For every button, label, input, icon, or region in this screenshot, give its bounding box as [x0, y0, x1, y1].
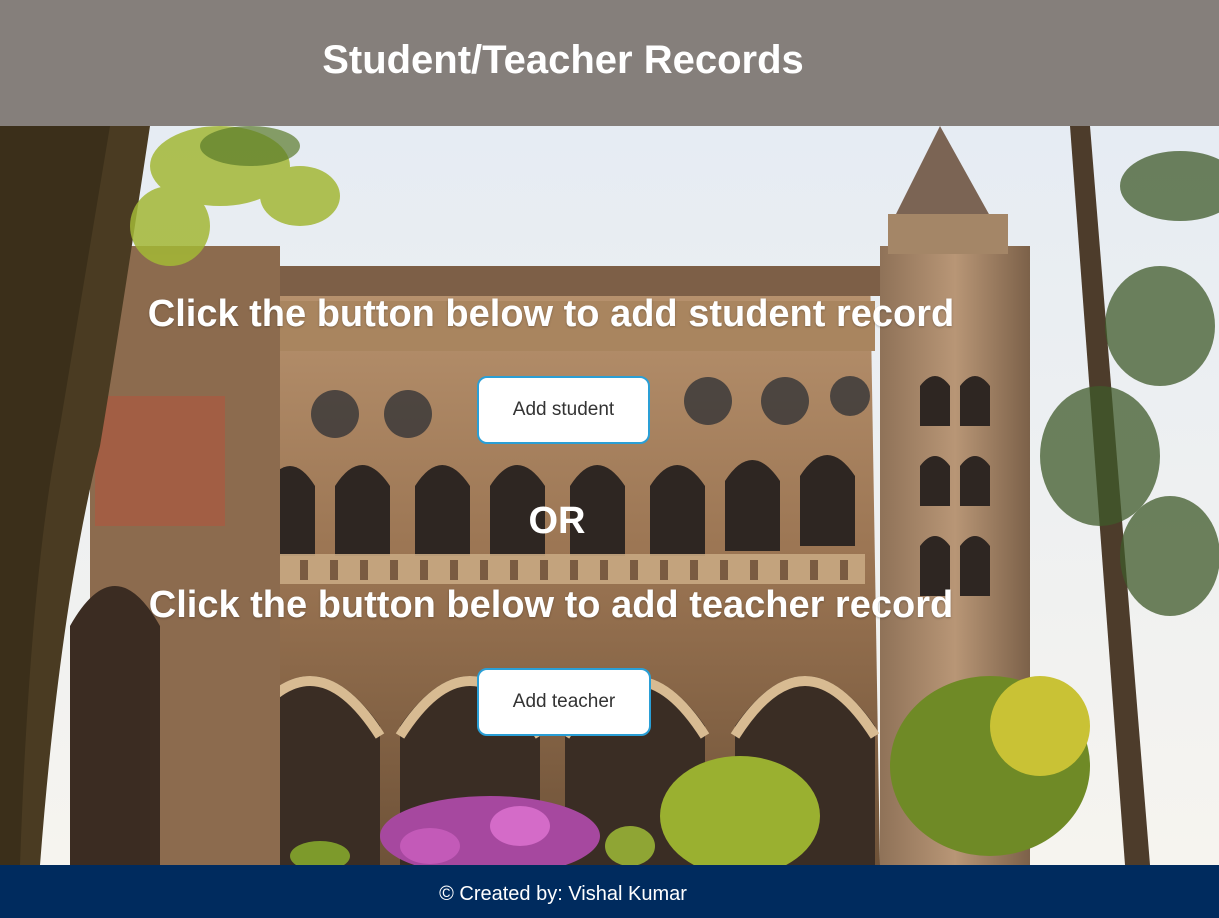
or-divider-label: OR: [528, 500, 586, 542]
page-title: Student/Teacher Records: [322, 38, 804, 82]
page-footer: © Created by: Vishal Kumar: [0, 865, 1219, 918]
record-options: Click the button below to add student re…: [0, 126, 1126, 865]
add-student-button[interactable]: Add student: [477, 376, 650, 444]
hero-section: Click the button below to add student re…: [0, 126, 1219, 865]
footer-credit: © Created by: Vishal Kumar: [439, 883, 687, 905]
page-header: Student/Teacher Records: [0, 0, 1219, 126]
student-record-prompt: Click the button below to add student re…: [147, 293, 955, 335]
add-teacher-button[interactable]: Add teacher: [477, 668, 651, 736]
teacher-record-prompt: Click the button below to add teacher re…: [148, 584, 954, 626]
